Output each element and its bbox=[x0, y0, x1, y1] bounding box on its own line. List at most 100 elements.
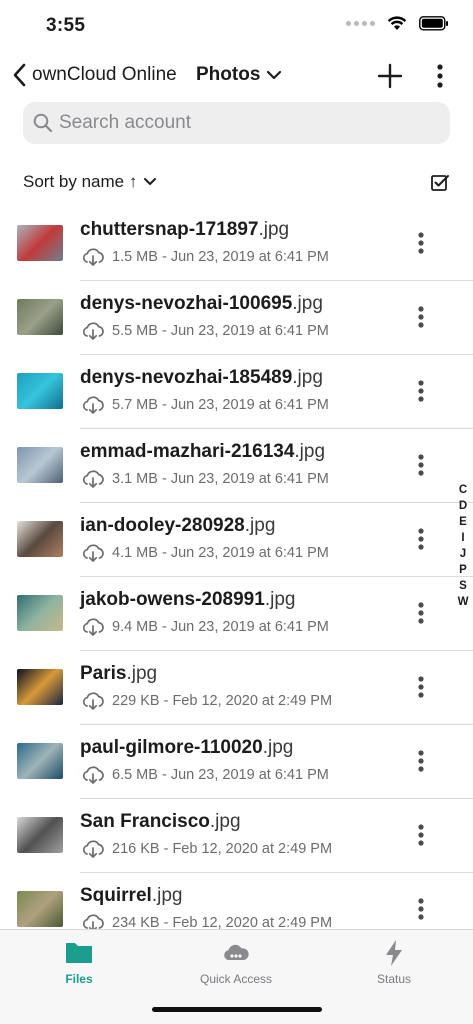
chevron-down-icon bbox=[144, 178, 157, 185]
file-base-name: ian-dooley-280928 bbox=[80, 515, 245, 536]
more-vertical-icon bbox=[418, 306, 424, 328]
file-row[interactable]: paul-gilmore-110020.jpg 6.5 MB - Jun 23, … bbox=[0, 725, 473, 799]
file-more-button[interactable] bbox=[412, 229, 430, 257]
file-meta: 4.1 MB - Jun 23, 2019 at 6:41 PM bbox=[81, 544, 329, 562]
file-row[interactable]: denys-nevozhai-100695.jpg 5.5 MB - Jun 23… bbox=[0, 281, 473, 355]
more-vertical-icon bbox=[418, 232, 424, 254]
file-extension: .jpg bbox=[262, 737, 294, 758]
file-row[interactable]: emmad-mazhari-216134.jpg 3.1 MB - Jun 23,… bbox=[0, 429, 473, 503]
back-label: ownCloud Online bbox=[32, 64, 177, 85]
file-meta: 1.5 MB - Jun 23, 2019 at 6:41 PM bbox=[81, 248, 329, 266]
sort-button[interactable]: Sort by name ↑ bbox=[23, 172, 158, 192]
file-meta: 6.5 MB - Jun 23, 2019 at 6:41 PM bbox=[81, 766, 329, 784]
tab-quick-access[interactable]: Quick Access bbox=[176, 938, 296, 998]
file-extension: .jpg bbox=[151, 885, 183, 906]
back-button[interactable]: ownCloud Online bbox=[12, 62, 177, 88]
sort-label: Sort by name ↑ bbox=[23, 172, 138, 191]
cloud-icon bbox=[224, 944, 249, 960]
file-extension: .jpg bbox=[126, 663, 158, 684]
select-mode-button[interactable] bbox=[430, 173, 450, 193]
file-thumbnail bbox=[17, 225, 63, 261]
file-size-date: 216 KB - Feb 12, 2020 at 2:49 PM bbox=[112, 841, 333, 857]
file-size-date: 6.5 MB - Jun 23, 2019 at 6:41 PM bbox=[112, 767, 329, 783]
chevron-down-icon bbox=[267, 70, 282, 80]
file-more-button[interactable] bbox=[412, 673, 430, 701]
file-row[interactable]: jakob-owens-208991.jpg 9.4 MB - Jun 23, 2… bbox=[0, 577, 473, 651]
file-meta: 5.7 MB - Jun 23, 2019 at 6:41 PM bbox=[81, 396, 329, 414]
index-letter[interactable]: C bbox=[456, 482, 470, 498]
file-more-button[interactable] bbox=[412, 599, 430, 627]
index-letter[interactable]: J bbox=[456, 546, 470, 562]
file-row[interactable]: ian-dooley-280928.jpg 4.1 MB - Jun 23, 20… bbox=[0, 503, 473, 577]
file-extension: .jpg bbox=[209, 811, 241, 832]
file-more-button[interactable] bbox=[412, 895, 430, 923]
file-row[interactable]: San Francisco.jpg 216 KB - Feb 12, 2020 a… bbox=[0, 799, 473, 873]
file-thumbnail bbox=[17, 817, 63, 853]
file-more-button[interactable] bbox=[412, 377, 430, 405]
cloud-download-icon bbox=[82, 470, 104, 488]
index-letter[interactable]: D bbox=[456, 498, 470, 514]
file-size-date: 3.1 MB - Jun 23, 2019 at 6:41 PM bbox=[112, 471, 329, 487]
battery-icon bbox=[419, 16, 448, 31]
index-letter[interactable]: W bbox=[456, 594, 470, 610]
file-more-button[interactable] bbox=[412, 747, 430, 775]
file-extension: .jpg bbox=[244, 515, 276, 536]
folder-icon bbox=[66, 943, 92, 963]
file-thumbnail bbox=[17, 373, 63, 409]
file-size-date: 4.1 MB - Jun 23, 2019 at 6:41 PM bbox=[112, 545, 329, 561]
more-vertical-icon bbox=[418, 602, 424, 624]
cloud-download-icon bbox=[82, 248, 104, 266]
file-row[interactable]: denys-nevozhai-185489.jpg 5.7 MB - Jun 23… bbox=[0, 355, 473, 429]
index-letter[interactable]: E bbox=[456, 514, 470, 530]
index-letter[interactable]: I bbox=[456, 530, 470, 546]
navigation-bar: ownCloud Online Photos bbox=[0, 52, 473, 100]
file-thumbnail bbox=[17, 299, 63, 335]
index-letter[interactable]: S bbox=[456, 578, 470, 594]
file-name: emmad-mazhari-216134.jpg bbox=[80, 441, 325, 463]
section-index-bar[interactable]: CDEIJPSW bbox=[456, 482, 470, 610]
add-button[interactable] bbox=[376, 62, 404, 90]
folder-title-menu[interactable]: Photos bbox=[196, 64, 283, 86]
cloud-download-icon bbox=[82, 618, 104, 636]
file-base-name: Squirrel bbox=[80, 885, 152, 906]
file-base-name: emmad-mazhari-216134 bbox=[80, 441, 295, 462]
more-vertical-icon bbox=[418, 380, 424, 402]
search-bar[interactable] bbox=[23, 102, 450, 144]
tab-status[interactable]: Status bbox=[334, 938, 454, 998]
file-more-button[interactable] bbox=[412, 525, 430, 553]
index-letter[interactable]: P bbox=[456, 562, 470, 578]
file-extension: .jpg bbox=[264, 589, 296, 610]
file-name: Squirrel.jpg bbox=[80, 885, 182, 907]
file-name: San Francisco.jpg bbox=[80, 811, 241, 833]
file-extension: .jpg bbox=[294, 441, 326, 462]
file-row[interactable]: Paris.jpg 229 KB - Feb 12, 2020 at 2:49 P… bbox=[0, 651, 473, 725]
file-name: denys-nevozhai-100695.jpg bbox=[80, 293, 323, 315]
chevron-left-icon bbox=[13, 63, 26, 87]
cloud-download-icon bbox=[82, 692, 104, 710]
file-row[interactable]: Squirrel.jpg 234 KB - Feb 12, 2020 at 2:4… bbox=[0, 873, 473, 929]
file-thumbnail bbox=[17, 743, 63, 779]
file-base-name: San Francisco bbox=[80, 811, 210, 832]
status-icons bbox=[346, 16, 449, 31]
file-row[interactable]: chuttersnap-171897.jpg 1.5 MB - Jun 23, 2… bbox=[0, 207, 473, 281]
cellular-signal-icon bbox=[346, 21, 375, 26]
file-thumbnail bbox=[17, 521, 63, 557]
search-input[interactable] bbox=[59, 112, 429, 134]
more-vertical-icon bbox=[418, 824, 424, 846]
file-size-date: 229 KB - Feb 12, 2020 at 2:49 PM bbox=[112, 693, 333, 709]
tab-label-status: Status bbox=[376, 972, 412, 986]
file-list: chuttersnap-171897 .jpg 1.5 MB - Jun 23, 2… bbox=[0, 207, 473, 929]
cloud-download-icon bbox=[82, 396, 104, 414]
file-base-name: Paris bbox=[80, 663, 127, 684]
file-name: ian-dooley-280928.jpg bbox=[80, 515, 275, 537]
more-options-button[interactable] bbox=[432, 62, 448, 90]
file-size-date: 9.4 MB - Jun 23, 2019 at 6:41 PM bbox=[112, 619, 329, 635]
tab-files[interactable]: Files bbox=[19, 938, 139, 998]
more-vertical-icon bbox=[418, 454, 424, 476]
file-base-name: chuttersnap-171897 bbox=[80, 219, 259, 240]
more-vertical-icon bbox=[418, 898, 424, 920]
file-more-button[interactable] bbox=[412, 303, 430, 331]
file-more-button[interactable] bbox=[412, 821, 430, 849]
cloud-download-icon bbox=[82, 766, 104, 784]
file-more-button[interactable] bbox=[412, 451, 430, 479]
